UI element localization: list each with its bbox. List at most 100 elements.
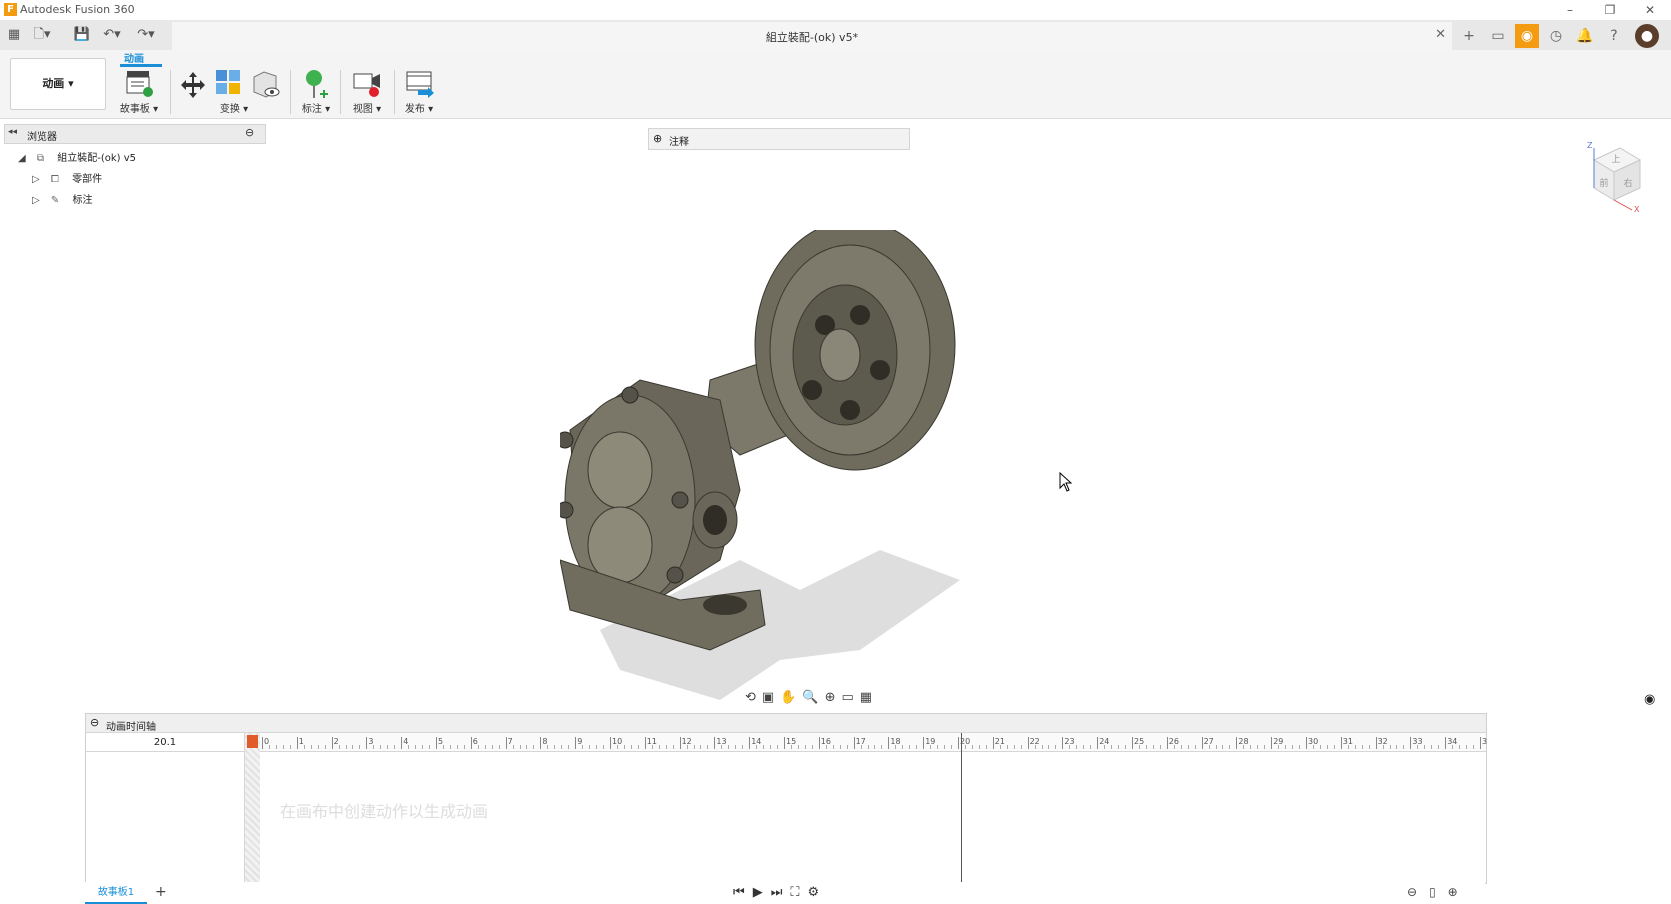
ruler-minor-tick bbox=[735, 745, 737, 749]
collapse-arrow-icon[interactable]: ◢ bbox=[18, 153, 26, 164]
avatar[interactable]: ● bbox=[1635, 24, 1659, 48]
close-tab-icon[interactable]: ✕ bbox=[1435, 27, 1446, 42]
collapse-timeline-icon[interactable]: ⊖ bbox=[90, 716, 99, 729]
add-storyboard-icon[interactable]: + bbox=[155, 884, 167, 900]
ruler-minor-tick bbox=[1104, 745, 1106, 749]
tab-animation[interactable]: 动画 bbox=[124, 50, 144, 65]
undo-icon[interactable]: ↶▾ bbox=[102, 26, 122, 44]
play-icon[interactable]: ▶ bbox=[753, 885, 771, 900]
ruler-minor-tick bbox=[324, 745, 326, 749]
ruler-minor-tick bbox=[303, 745, 305, 749]
view-group[interactable]: 视图 ▾ bbox=[346, 68, 388, 116]
publish-group[interactable]: 发布 ▾ bbox=[398, 68, 440, 116]
workspace-switcher[interactable]: 动画 ▾ bbox=[10, 58, 106, 110]
ruler-tick bbox=[1340, 737, 1342, 749]
ruler-minor-tick bbox=[1361, 745, 1363, 749]
viewcube-top-face[interactable]: 上 bbox=[1611, 154, 1620, 165]
ruler-minor-tick bbox=[1292, 745, 1294, 749]
expand-comments-icon[interactable]: ⊕ bbox=[653, 132, 662, 145]
ruler-minor-tick bbox=[1250, 745, 1252, 749]
job-status-icon[interactable]: ◷ bbox=[1544, 24, 1568, 48]
orbit-icon[interactable]: ⟲ bbox=[745, 690, 762, 705]
close-window-button[interactable]: ✕ bbox=[1630, 0, 1670, 20]
time-ruler[interactable]: 0 1 2 3 4 5 6 7 8 9 10 11 12 13 14 15 16 17 18 19 20 21 22 23 24… bbox=[260, 733, 1487, 752]
grid-settings-icon[interactable]: ▦ bbox=[860, 690, 878, 705]
new-tab-icon[interactable]: + bbox=[1457, 24, 1481, 48]
viewcube-right-face[interactable]: 右 bbox=[1623, 177, 1632, 189]
look-at-icon[interactable]: ▣ bbox=[762, 690, 780, 705]
ruler-tick bbox=[436, 737, 437, 749]
time-value[interactable]: 20.1 bbox=[86, 737, 244, 748]
save-icon[interactable]: 💾 bbox=[72, 26, 92, 44]
tree-root[interactable]: ◢ ⧉ 組立裝配-(ok) v5 bbox=[18, 149, 136, 164]
ruler-minor-tick bbox=[380, 745, 382, 749]
transform-components-icon bbox=[216, 70, 240, 94]
fit-icon[interactable]: ⊕ bbox=[825, 690, 842, 705]
ruler-minor-tick bbox=[964, 745, 966, 749]
help-icon[interactable]: ? bbox=[1602, 24, 1626, 48]
comments-panel[interactable]: ⊕ 注释 bbox=[648, 128, 910, 150]
restore-button[interactable]: ❐ bbox=[1590, 0, 1630, 20]
app-grid-icon[interactable]: ▦ bbox=[4, 26, 24, 44]
ruler-minor-tick bbox=[756, 745, 758, 749]
transform-group[interactable]: 变换 ▾ bbox=[176, 68, 302, 116]
ruler-minor-tick bbox=[763, 745, 765, 749]
redo-icon[interactable]: ↷▾ bbox=[136, 26, 156, 44]
ruler-minor-tick bbox=[352, 745, 354, 749]
ruler-minor-tick bbox=[700, 745, 702, 749]
zoom-out-icon[interactable]: ⊖ bbox=[1407, 885, 1429, 899]
viewcube[interactable]: 上 前 右 Z X bbox=[1582, 140, 1646, 212]
timeline-header: ⊖ 动画时间轴 bbox=[86, 714, 1486, 733]
comments-title: 注释 bbox=[669, 137, 689, 148]
active-tab-indicator bbox=[120, 64, 162, 67]
extensions-icon[interactable]: ◉ bbox=[1515, 24, 1539, 48]
display-settings-icon[interactable]: ▭ bbox=[841, 690, 859, 705]
pan-hand-icon[interactable]: ✋ bbox=[780, 690, 802, 705]
expand-arrow-icon[interactable]: ▷ bbox=[32, 195, 40, 206]
pin-panel-icon[interactable]: ⊖ bbox=[245, 126, 254, 139]
ruler-minor-tick bbox=[422, 745, 424, 749]
ruler-minor-tick bbox=[1055, 745, 1057, 749]
ruler-minor-tick bbox=[616, 745, 618, 749]
storyboard-tab[interactable]: 故事板1 bbox=[85, 884, 147, 904]
settings-gear-icon[interactable]: ⚙ bbox=[808, 885, 828, 900]
go-to-start-icon[interactable]: ⏮ bbox=[733, 885, 753, 900]
ruler-minor-tick bbox=[359, 745, 361, 749]
browser-panel-header: ◂◂ 浏览器 ⊖ bbox=[4, 124, 266, 144]
ruler-minor-tick bbox=[1312, 745, 1314, 749]
model-viewport[interactable] bbox=[560, 230, 980, 710]
tree-item-annotations[interactable]: ▷ ✎ 标注 bbox=[32, 191, 92, 206]
document-tab[interactable]: 組立裝配-(ok) v5* ✕ bbox=[172, 22, 1452, 50]
ruler-minor-tick bbox=[874, 745, 876, 749]
zoom-icon[interactable]: 🔍 bbox=[802, 690, 824, 705]
playhead[interactable] bbox=[961, 733, 963, 883]
annotation-group[interactable]: 标注 ▾ bbox=[296, 68, 336, 116]
ruler-minor-tick bbox=[408, 745, 410, 749]
fit-timeline-icon[interactable]: ⛶ bbox=[790, 885, 807, 900]
ruler-minor-tick bbox=[909, 745, 911, 749]
axis-x-label: X bbox=[1634, 205, 1640, 212]
ruler-minor-tick bbox=[310, 745, 312, 749]
annotation-pin-icon bbox=[306, 70, 328, 98]
comment-icon[interactable]: ▭ bbox=[1486, 24, 1510, 48]
ruler-minor-tick bbox=[811, 745, 813, 749]
ruler-minor-tick bbox=[582, 745, 584, 749]
expand-arrow-icon[interactable]: ▷ bbox=[32, 174, 40, 185]
minimize-button[interactable]: – bbox=[1550, 0, 1590, 20]
divider bbox=[394, 70, 395, 114]
ruler-minor-tick bbox=[1180, 745, 1182, 749]
zoom-in-icon[interactable]: ⊕ bbox=[1448, 885, 1470, 899]
notification-bell-icon[interactable]: 🔔 bbox=[1573, 24, 1597, 48]
ruler-minor-tick bbox=[672, 745, 674, 749]
storyboard-group[interactable]: 故事板 ▾ bbox=[114, 68, 164, 116]
viewcube-front-face[interactable]: 前 bbox=[1599, 177, 1608, 189]
ruler-tick bbox=[296, 737, 298, 749]
go-to-end-icon[interactable]: ⏭ bbox=[771, 885, 791, 900]
text-commands-icon[interactable]: ◉ bbox=[1644, 692, 1655, 707]
collapse-panel-icon[interactable]: ◂◂ bbox=[8, 127, 17, 137]
ruler-minor-tick bbox=[1431, 745, 1433, 749]
keyframe-marker-icon[interactable] bbox=[247, 735, 258, 748]
zoom-slider-icon[interactable]: ▯ bbox=[1429, 885, 1448, 899]
tree-item-components[interactable]: ▷ ⧠ 零部件 bbox=[32, 170, 102, 185]
file-menu-icon[interactable]: 🗋▾ bbox=[32, 26, 52, 44]
